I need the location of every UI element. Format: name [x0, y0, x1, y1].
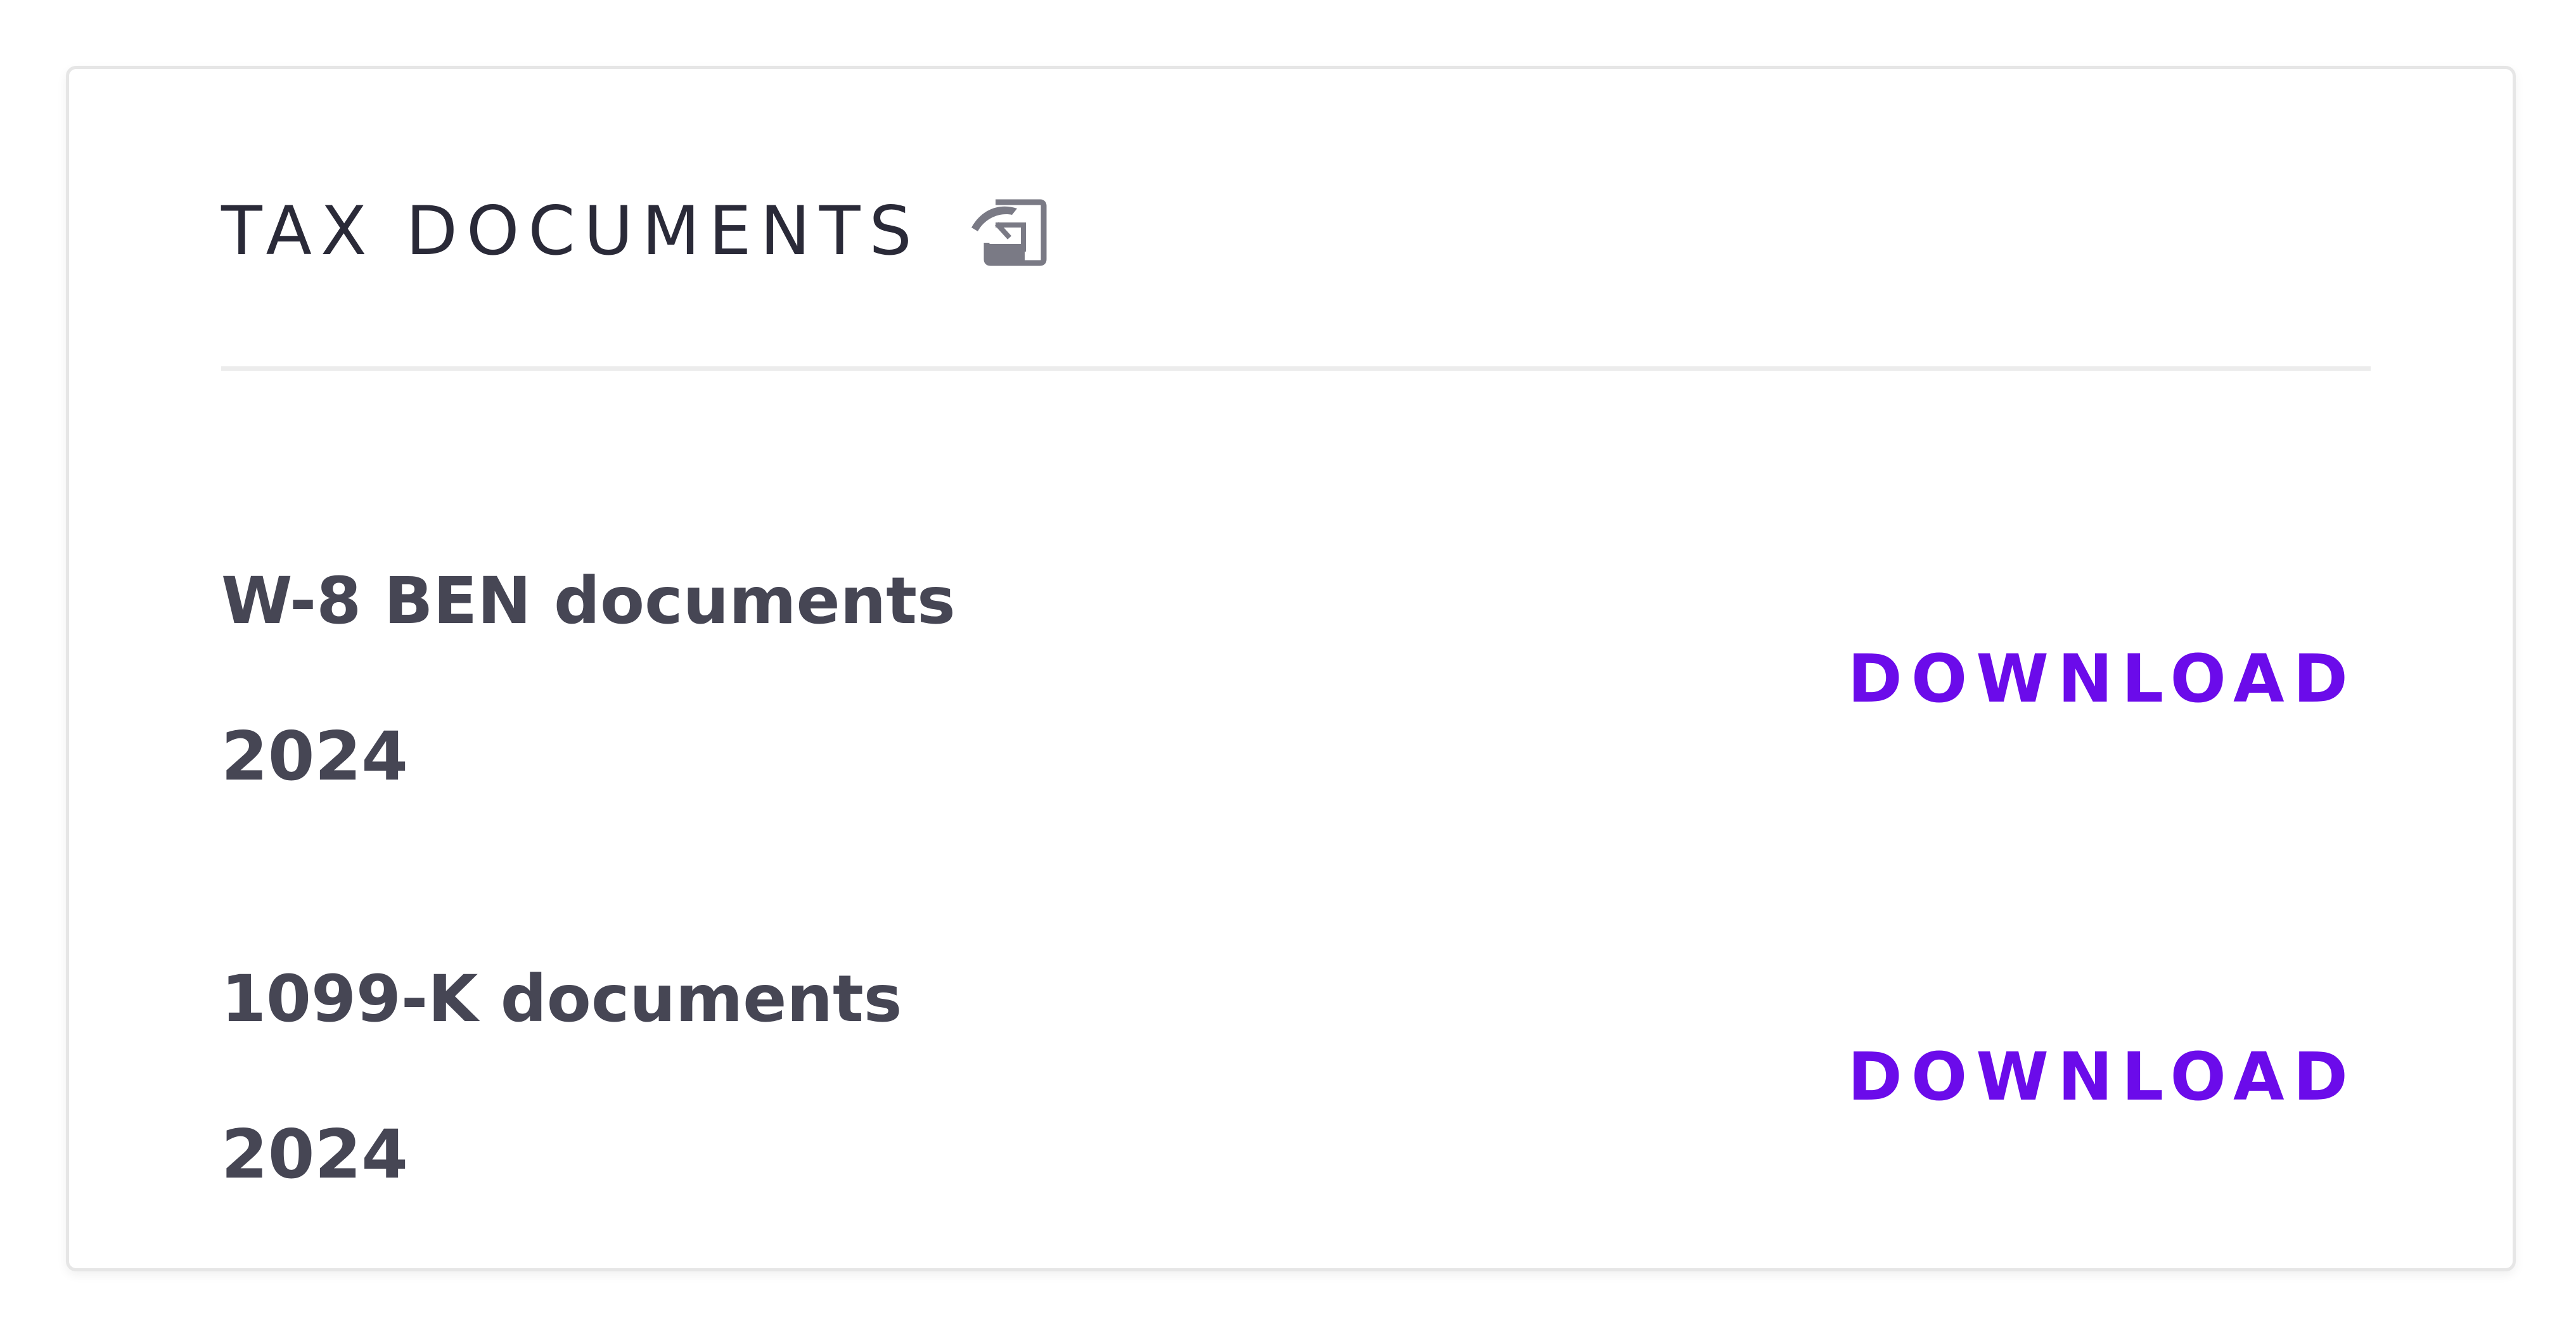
document-row-1099k: 1099-K documents 2024 DOWNLOAD	[221, 911, 2363, 1188]
card-title: TAX DOCUMENTS	[221, 192, 921, 270]
card-header: TAX DOCUMENTS	[221, 196, 1048, 267]
document-name: 1099-K documents	[221, 961, 902, 1037]
document-year: 2024	[221, 1115, 409, 1193]
tax-documents-card: TAX DOCUMENTS W-8 BEN documents 2024 DOW…	[66, 66, 2516, 1271]
header-divider	[221, 366, 2371, 371]
document-row-w8ben: W-8 BEN documents 2024 DOWNLOAD	[221, 513, 2363, 790]
document-year: 2024	[221, 717, 409, 795]
download-w8ben-button[interactable]: DOWNLOAD	[1848, 646, 2357, 712]
document-name: W-8 BEN documents	[221, 563, 956, 639]
signed-document-icon	[965, 196, 1048, 267]
download-1099k-button[interactable]: DOWNLOAD	[1848, 1044, 2357, 1110]
